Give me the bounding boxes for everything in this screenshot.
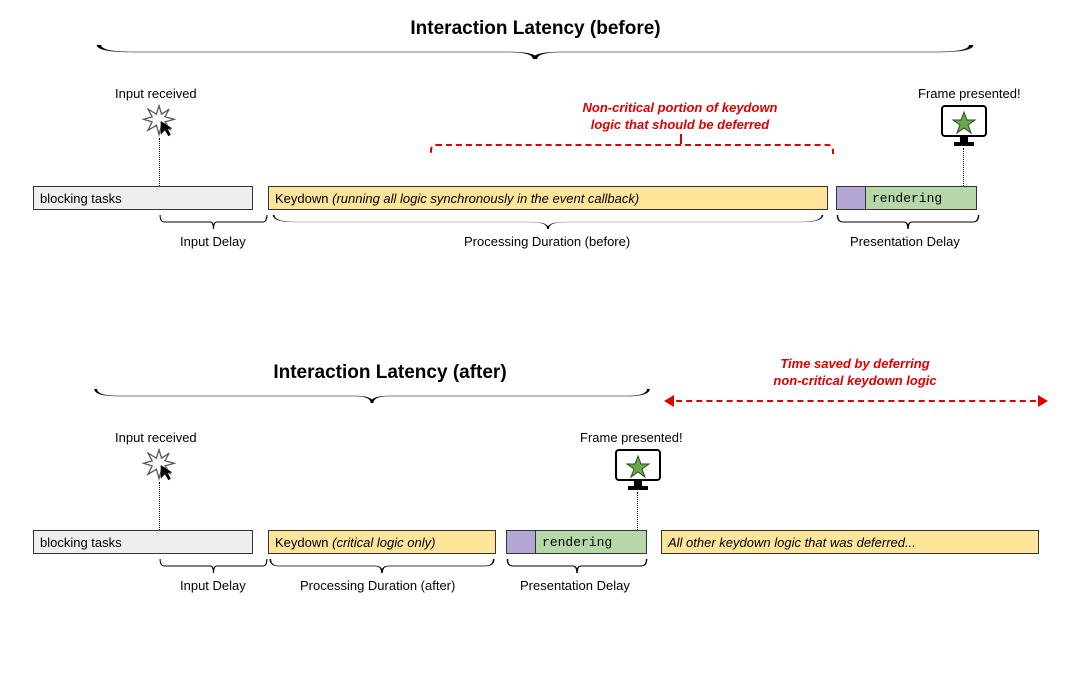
seg-keydown-after-em: (critical logic only) (332, 535, 435, 550)
annotation-after: Time saved by deferringnon-critical keyd… (730, 356, 980, 390)
seg-purple-after (506, 530, 536, 554)
label-presentation-before: Presentation Delay (850, 234, 960, 249)
monitor-icon-after (614, 448, 662, 492)
seg-keydown-before: Keydown (running all logic synchronously… (268, 186, 828, 210)
monitor-icon (940, 104, 988, 148)
brace-processing-before (268, 214, 828, 230)
seg-rendering-before: rendering (865, 186, 977, 210)
seg-deferred-after: All other keydown logic that was deferre… (661, 530, 1039, 554)
brace-presentation-before (836, 214, 980, 230)
label-processing-after: Processing Duration (after) (300, 578, 455, 593)
brace-overall-before (90, 44, 980, 60)
label-processing-before: Processing Duration (before) (464, 234, 630, 249)
label-presentation-after: Presentation Delay (520, 578, 630, 593)
seg-rendering-after: rendering (535, 530, 647, 554)
label-frame-before: Frame presented! (918, 86, 1021, 101)
title-before: Interaction Latency (before) (0, 18, 1071, 40)
brace-input-delay-after (159, 558, 268, 574)
seg-blocking-after: blocking tasks (33, 530, 253, 554)
seg-keydown-after-prefix: Keydown (275, 535, 328, 550)
track-after: blocking tasks Keydown (critical logic o… (33, 530, 1039, 554)
seg-blocking-before: blocking tasks (33, 186, 253, 210)
brace-input-delay-before (159, 214, 268, 230)
annotation-before: Non-critical portion of keydownlogic tha… (540, 100, 820, 134)
label-input-before: Input received (115, 86, 197, 101)
seg-keydown-before-em: (running all logic synchronously in the … (332, 191, 639, 206)
brace-processing-after (268, 558, 496, 574)
seg-purple-before (836, 186, 866, 210)
click-burst-icon-after (142, 448, 176, 482)
brace-overall-after (90, 388, 654, 404)
label-input-delay-before: Input Delay (180, 234, 246, 249)
dotted-frame-before (963, 148, 964, 186)
dotted-input-before (159, 138, 160, 186)
red-span-before (430, 144, 834, 154)
seg-keydown-after: Keydown (critical logic only) (268, 530, 496, 554)
dotted-input-after (159, 482, 160, 530)
click-burst-icon (142, 104, 176, 138)
red-span-stem (680, 134, 682, 144)
seg-keydown-before-prefix: Keydown (275, 191, 328, 206)
track-before: blocking tasks Keydown (running all logi… (33, 186, 977, 210)
brace-presentation-after (506, 558, 648, 574)
label-input-after: Input received (115, 430, 197, 445)
label-input-delay-after: Input Delay (180, 578, 246, 593)
label-frame-after: Frame presented! (580, 430, 683, 445)
dotted-frame-after (637, 492, 638, 530)
red-arrow-after (666, 400, 1046, 402)
title-after: Interaction Latency (after) (120, 362, 660, 384)
